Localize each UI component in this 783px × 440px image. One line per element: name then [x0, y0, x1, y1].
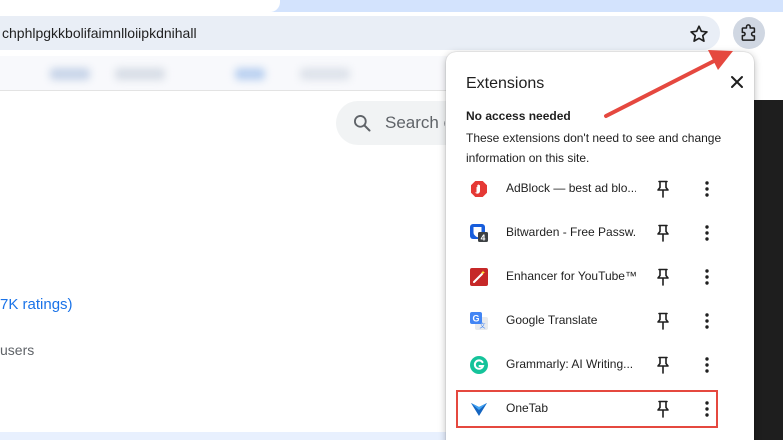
more-options-icon[interactable]: [700, 312, 714, 330]
more-options-icon[interactable]: [700, 224, 714, 242]
ratings-link[interactable]: 7K ratings): [0, 296, 73, 313]
pin-icon[interactable]: [655, 180, 671, 198]
extension-name: Grammarly: AI Writing...: [506, 357, 634, 371]
section-title: No access needed: [466, 109, 571, 123]
bitwarden-icon: 4: [470, 224, 488, 242]
search-placeholder: Search e: [385, 113, 445, 132]
blurred-bookmark[interactable]: [115, 68, 165, 80]
extension-name: Google Translate: [506, 313, 598, 327]
browser-toolbar: chphlpgkkbolifaimnlloiipkdnihall: [0, 12, 783, 56]
pin-icon[interactable]: [655, 224, 671, 242]
url-text[interactable]: chphlpgkkbolifaimnlloiipkdnihall: [2, 25, 197, 41]
grammarly-icon: [470, 356, 488, 374]
extension-row-bitwarden[interactable]: 4 Bitwarden - Free Passw...: [446, 211, 754, 255]
extension-name: Bitwarden - Free Passw...: [506, 225, 636, 239]
extension-row-adblock[interactable]: AdBlock — best ad blo...: [446, 167, 754, 211]
more-options-icon[interactable]: [700, 356, 714, 374]
pin-icon[interactable]: [655, 312, 671, 330]
star-icon[interactable]: [688, 23, 710, 45]
extension-row-google-translate[interactable]: G 文 Google Translate: [446, 299, 754, 343]
blurred-bookmark[interactable]: [235, 68, 265, 80]
extension-row-grammarly[interactable]: Grammarly: AI Writing...: [446, 343, 754, 387]
extensions-button[interactable]: [733, 17, 765, 49]
search-icon: [354, 115, 371, 132]
close-icon[interactable]: [729, 74, 745, 90]
extension-name: AdBlock — best ad blo...: [506, 181, 636, 195]
pin-icon[interactable]: [655, 356, 671, 374]
extension-name: Enhancer for YouTube™: [506, 269, 636, 283]
svg-text:4: 4: [481, 233, 486, 243]
svg-text:文: 文: [479, 322, 485, 330]
extensions-popup: Extensions No access needed These extens…: [446, 52, 754, 440]
enhancer-icon: [470, 268, 488, 286]
more-options-icon[interactable]: [700, 180, 714, 198]
more-options-icon[interactable]: [700, 268, 714, 286]
blurred-bookmark[interactable]: [300, 68, 350, 80]
section-description: These extensions don't need to see and c…: [466, 131, 722, 165]
onetab-highlight-box: [456, 390, 718, 428]
extension-row-enhancer[interactable]: Enhancer for YouTube™: [446, 255, 754, 299]
address-bar[interactable]: chphlpgkkbolifaimnlloiipkdnihall: [0, 16, 720, 50]
users-count: users: [0, 342, 35, 358]
google-translate-icon: G 文: [470, 312, 488, 330]
puzzle-icon: [741, 24, 756, 41]
adblock-icon: [471, 181, 487, 197]
svg-text:G: G: [472, 314, 479, 324]
bookmarks-bar: [0, 56, 450, 91]
pin-icon[interactable]: [655, 268, 671, 286]
blurred-bookmark[interactable]: [50, 68, 90, 80]
popup-title: Extensions: [466, 75, 545, 92]
active-tab[interactable]: [0, 0, 280, 12]
tab-strip: [0, 0, 783, 12]
